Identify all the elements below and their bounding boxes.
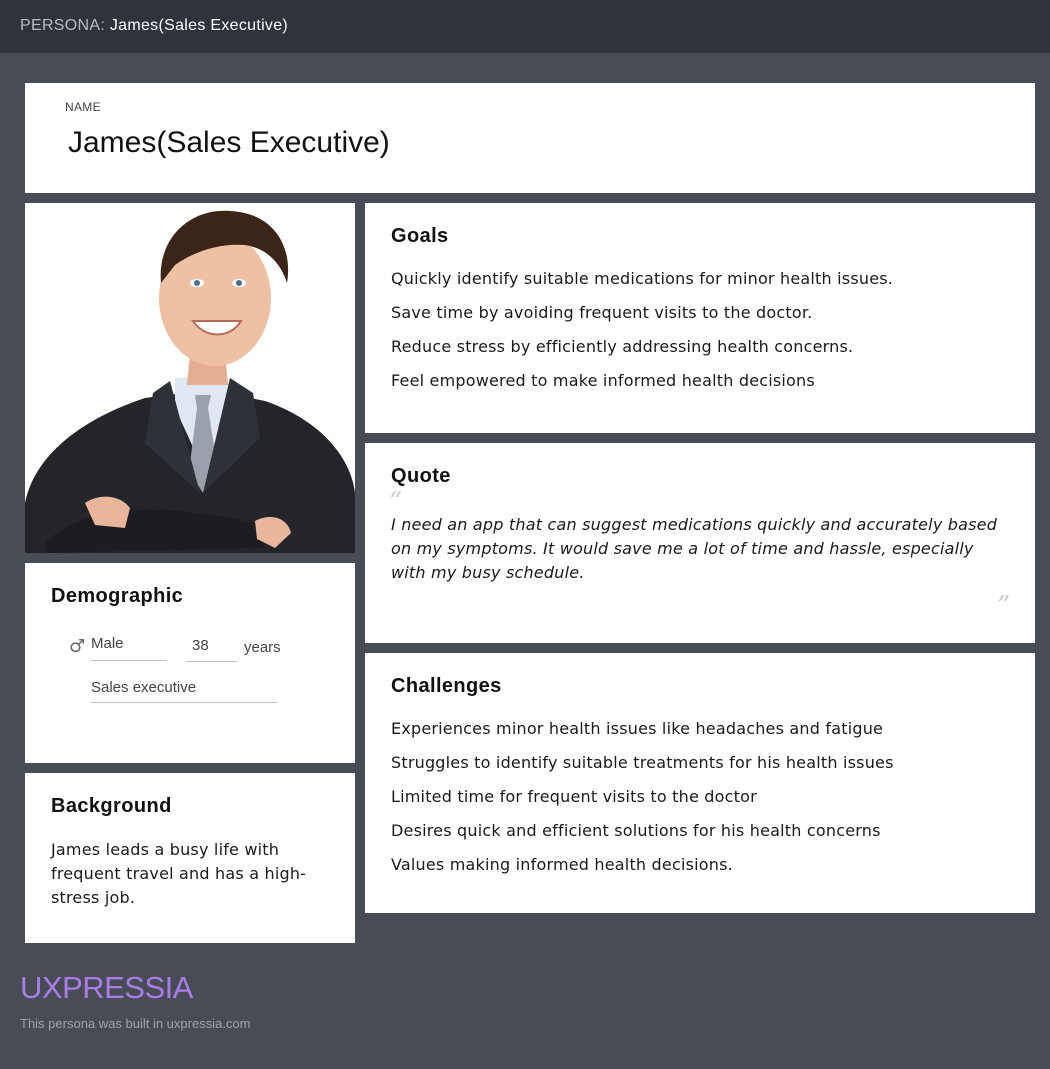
goal-item[interactable]: Reduce stress by efficiently addressing … [391,336,893,370]
challenge-item[interactable]: Desires quick and efficient solutions fo… [391,820,894,854]
persona-photo[interactable] [25,203,355,553]
quote-text[interactable]: I need an app that can suggest medicatio… [391,513,1006,585]
background-text[interactable]: James leads a busy life with frequent tr… [51,838,321,910]
background-card: Background James leads a busy life with … [25,773,355,943]
occupation-field[interactable]: Sales executive [91,679,277,703]
persona-photo-image [25,203,355,553]
quote-card: Quote “ I need an app that can suggest m… [365,443,1035,643]
persona-header: PERSONA: James(Sales Executive) [20,17,288,35]
challenges-list: Experiences minor health issues like hea… [391,718,894,888]
goals-title: Goals [391,225,449,247]
challenge-item[interactable]: Limited time for frequent visits to the … [391,786,894,820]
footer-note: This persona was built in uxpressia.com [20,1016,251,1031]
goal-item[interactable]: Feel empowered to make informed health d… [391,370,893,404]
persona-prefix: PERSONA: [20,17,106,34]
close-quote-icon: ” [997,591,1011,621]
persona-name[interactable]: James(Sales Executive) [68,126,390,160]
top-bar: PERSONA: James(Sales Executive) [0,0,1050,53]
challenge-item[interactable]: Experiences minor health issues like hea… [391,718,894,752]
challenges-title: Challenges [391,675,502,697]
goals-card: Goals Quickly identify suitable medicati… [365,203,1035,433]
quote-title: Quote [391,465,451,487]
persona-header-name: James(Sales Executive) [109,17,289,34]
age-field[interactable]: 38 [186,637,237,662]
challenges-card: Challenges Experiences minor health issu… [365,653,1035,913]
background-title: Background [51,795,172,817]
demographic-title: Demographic [51,585,184,607]
name-card: NAME James(Sales Executive) [25,83,1035,193]
challenge-item[interactable]: Struggles to identify suitable treatment… [391,752,894,786]
male-icon[interactable]: ♂ [69,636,85,657]
challenge-item[interactable]: Values making informed health decisions. [391,854,894,888]
name-caption: NAME [65,100,101,114]
goal-item[interactable]: Save time by avoiding frequent visits to… [391,302,893,336]
gender-field[interactable]: Male [91,635,167,661]
uxpressia-logo[interactable]: UXPRESSIA [20,970,193,1006]
goals-list: Quickly identify suitable medications fo… [391,268,893,404]
demographic-card: Demographic ♂ Male 38 years Sales execut… [25,563,355,763]
age-unit-label: years [244,639,281,656]
goal-item[interactable]: Quickly identify suitable medications fo… [391,268,893,302]
